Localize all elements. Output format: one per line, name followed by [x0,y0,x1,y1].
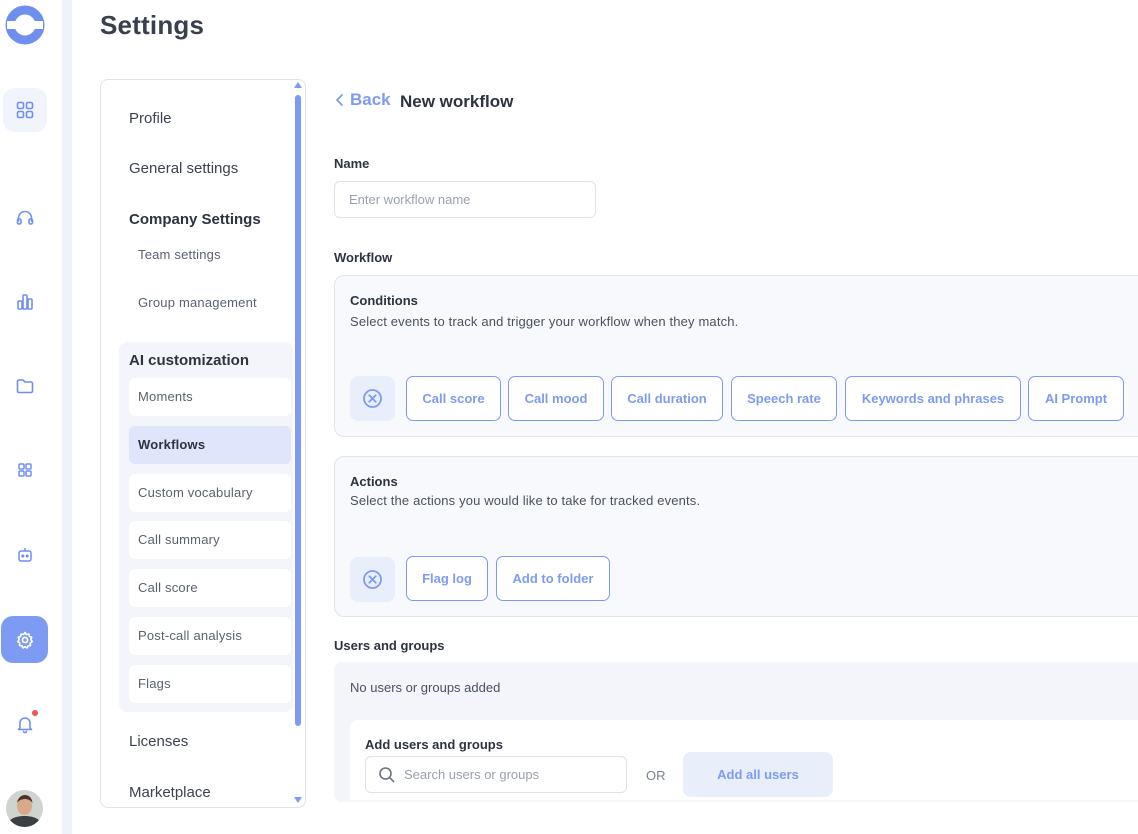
avatar[interactable] [6,790,43,827]
add-users-title: Add users and groups [365,737,503,752]
back-button[interactable]: Back [334,90,391,110]
condition-call-duration[interactable]: Call duration [611,376,723,421]
rail-settings[interactable] [1,616,48,663]
nav-team-settings[interactable]: Team settings [138,247,221,262]
search-icon [379,767,395,783]
users-search-box[interactable] [365,756,627,793]
headset-icon [16,210,34,225]
condition-keywords-and-phrases[interactable]: Keywords and phrases [845,376,1021,421]
condition-ai-prompt[interactable]: AI Prompt [1028,376,1124,421]
nav-workflows[interactable]: Workflows [129,426,291,464]
rail-dashboard[interactable] [3,88,47,132]
users-empty-state: No users or groups added [350,680,501,695]
folder-icon [16,379,34,394]
rail-folders[interactable] [3,364,47,408]
nav-post-call-analysis[interactable]: Post-call analysis [129,617,291,655]
users-search-input[interactable] [404,757,624,792]
actions-title: Actions [350,474,398,489]
conditions-card: Conditions Select events to track and tr… [334,275,1138,437]
actions-card: Actions Select the actions you would lik… [334,456,1138,617]
condition-speech-rate[interactable]: Speech rate [731,376,837,421]
bell-icon [17,717,33,734]
workflow-title: New workflow [400,92,514,111]
actions-description: Select the actions you would like to tak… [350,493,701,508]
conditions-description: Select events to track and trigger your … [350,314,739,329]
condition-call-mood[interactable]: Call mood [508,376,604,421]
action-flag-log[interactable]: Flag log [406,556,488,601]
chart-icon [17,294,33,310]
users-and-groups-label: Users and groups [334,638,445,653]
user-photo-icon [6,790,43,827]
app-rail [0,0,62,834]
conditions-title: Conditions [350,293,418,308]
nav-flags[interactable]: Flags [129,665,291,703]
nav-call-score[interactable]: Call score [129,569,291,607]
nav-licenses[interactable]: Licenses [129,733,188,750]
bot-icon [18,548,32,562]
action-add-to-folder[interactable]: Add to folder [496,556,610,601]
rail-bots[interactable] [3,533,47,577]
scroll-thumb[interactable] [295,95,301,726]
workflow-name-input[interactable] [334,181,596,218]
name-label: Name [334,156,370,171]
nav-group-management[interactable]: Group management [138,295,257,310]
close-circle-icon [363,389,382,408]
dashboard-icon [16,101,34,119]
scroll-up-arrow[interactable] [294,82,302,88]
condition-call-score[interactable]: Call score [406,376,501,421]
gear-icon [16,631,33,649]
or-separator: OR [646,768,666,783]
chevron-left-icon [336,94,343,106]
nav-call-summary[interactable]: Call summary [129,521,291,559]
nav-ai-customization-heading: AI customization [129,352,250,369]
notification-badge [31,709,39,717]
nav-moments[interactable]: Moments [129,378,291,416]
nav-custom-vocabulary[interactable]: Custom vocabulary [129,474,291,512]
rail-calls[interactable] [3,196,47,240]
page-title: Settings [100,10,205,40]
rail-apps[interactable] [3,448,47,492]
nav-general-settings[interactable]: General settings [129,160,238,177]
rail-notifications[interactable] [3,702,47,746]
rail-analytics[interactable] [3,280,47,324]
workflow-label: Workflow [334,250,393,265]
nav-company-settings-heading: Company Settings [129,211,261,228]
settings-nav: Profile General settings Company Setting… [100,79,306,808]
rail-divider [62,0,72,834]
remove-conditions-button[interactable] [350,376,395,421]
add-all-users-button[interactable]: Add all users [683,752,833,797]
apps-icon [18,463,32,477]
remove-actions-button[interactable] [350,557,395,602]
close-circle-icon [363,570,382,589]
nav-profile[interactable]: Profile [129,110,172,127]
back-label: Back [350,90,391,109]
nav-marketplace[interactable]: Marketplace [129,784,211,801]
app-logo[interactable] [5,5,45,45]
scroll-down-arrow[interactable] [294,797,302,803]
